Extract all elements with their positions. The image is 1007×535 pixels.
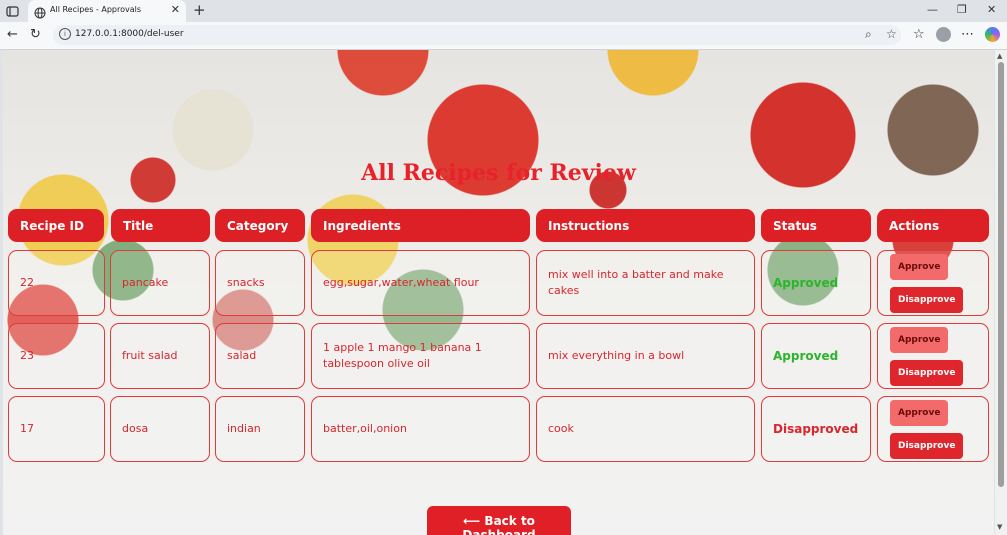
scroll-down-icon[interactable]: ▼: [997, 523, 1002, 531]
scroll-up-icon[interactable]: ▲: [997, 52, 1002, 60]
page-scrollbar[interactable]: ▲ ▼: [995, 50, 1007, 535]
close-window-icon[interactable]: ✕: [987, 3, 996, 16]
recipe-category-cell: indian: [215, 396, 305, 462]
header-recipe-id: Recipe ID: [8, 209, 104, 242]
back-to-dashboard-button[interactable]: ⟵ Back to Dashboard: [427, 506, 571, 535]
status-badge: Disapproved: [761, 396, 871, 462]
close-tab-icon[interactable]: ✕: [171, 3, 180, 16]
actions-cell: Approve Disapprove: [877, 323, 989, 389]
recipe-ingredients-cell: egg,sugar,water,wheat flour: [311, 250, 530, 316]
recipe-title-cell: dosa: [110, 396, 210, 462]
header-instructions: Instructions: [536, 209, 755, 242]
page-viewport: All Recipes for Review Recipe ID Title C…: [3, 50, 994, 535]
recipe-ingredients-cell: batter,oil,onion: [311, 396, 530, 462]
recipe-id-cell: 23: [8, 323, 105, 389]
approve-button[interactable]: Approve: [890, 326, 949, 353]
favorites-icon[interactable]: ☆: [913, 27, 925, 42]
globe-icon: [34, 4, 46, 23]
recipe-instructions-cell: mix everything in a bowl: [536, 323, 755, 389]
status-badge: Approved: [761, 250, 871, 316]
header-category: Category: [215, 209, 305, 242]
copilot-icon[interactable]: [985, 27, 1000, 42]
header-actions: Actions: [877, 209, 989, 242]
recipe-ingredients-cell: 1 apple 1 mango 1 banana 1 tablespoon ol…: [311, 323, 530, 389]
page-title: All Recipes for Review: [361, 160, 636, 186]
profile-avatar[interactable]: [936, 27, 951, 42]
disapprove-button[interactable]: Disapprove: [890, 286, 964, 313]
actions-cell: Approve Disapprove: [877, 396, 989, 462]
restore-icon[interactable]: ❐: [957, 3, 967, 16]
recipe-instructions-cell: mix well into a batter and make cakes: [536, 250, 755, 316]
browser-tab-bar: All Recipes - Approvals ✕ + — ❐ ✕: [0, 0, 1007, 22]
url-text: 127.0.0.1:8000/del-user: [75, 29, 184, 39]
approve-button[interactable]: Approve: [890, 399, 949, 426]
disapprove-button[interactable]: Disapprove: [890, 432, 964, 459]
recipe-id-cell: 22: [8, 250, 105, 316]
minimize-icon[interactable]: —: [927, 3, 938, 16]
tab-title: All Recipes - Approvals: [50, 5, 142, 14]
recipe-id-cell: 17: [8, 396, 105, 462]
recipe-title-cell: fruit salad: [110, 323, 210, 389]
refresh-icon[interactable]: ↻: [30, 27, 41, 42]
browser-tab[interactable]: All Recipes - Approvals ✕: [28, 0, 186, 22]
status-badge: Approved: [761, 323, 871, 389]
address-bar: ← ↻ i 127.0.0.1:8000/del-user ⌕ ☆ ☆ ⋯: [0, 22, 1007, 50]
header-ingredients: Ingredients: [311, 209, 530, 242]
header-title: Title: [111, 209, 210, 242]
recipe-category-cell: salad: [215, 323, 305, 389]
recipe-instructions-cell: cook: [536, 396, 755, 462]
site-info-icon[interactable]: i: [59, 28, 71, 40]
recipe-category-cell: snacks: [215, 250, 305, 316]
more-menu-icon[interactable]: ⋯: [961, 27, 974, 42]
disapprove-button[interactable]: Disapprove: [890, 359, 964, 386]
scrollbar-thumb[interactable]: [998, 62, 1004, 487]
back-arrow-icon[interactable]: ←: [7, 27, 18, 42]
approve-button[interactable]: Approve: [890, 253, 949, 280]
header-status: Status: [761, 209, 871, 242]
actions-cell: Approve Disapprove: [877, 250, 989, 316]
recipe-title-cell: pancake: [110, 250, 210, 316]
url-field[interactable]: i 127.0.0.1:8000/del-user ⌕ ☆: [53, 25, 901, 45]
zoom-icon[interactable]: ⌕: [865, 27, 872, 42]
tab-actions-icon[interactable]: [6, 4, 20, 18]
new-tab-icon[interactable]: +: [193, 1, 206, 19]
favorite-star-icon[interactable]: ☆: [886, 27, 897, 41]
